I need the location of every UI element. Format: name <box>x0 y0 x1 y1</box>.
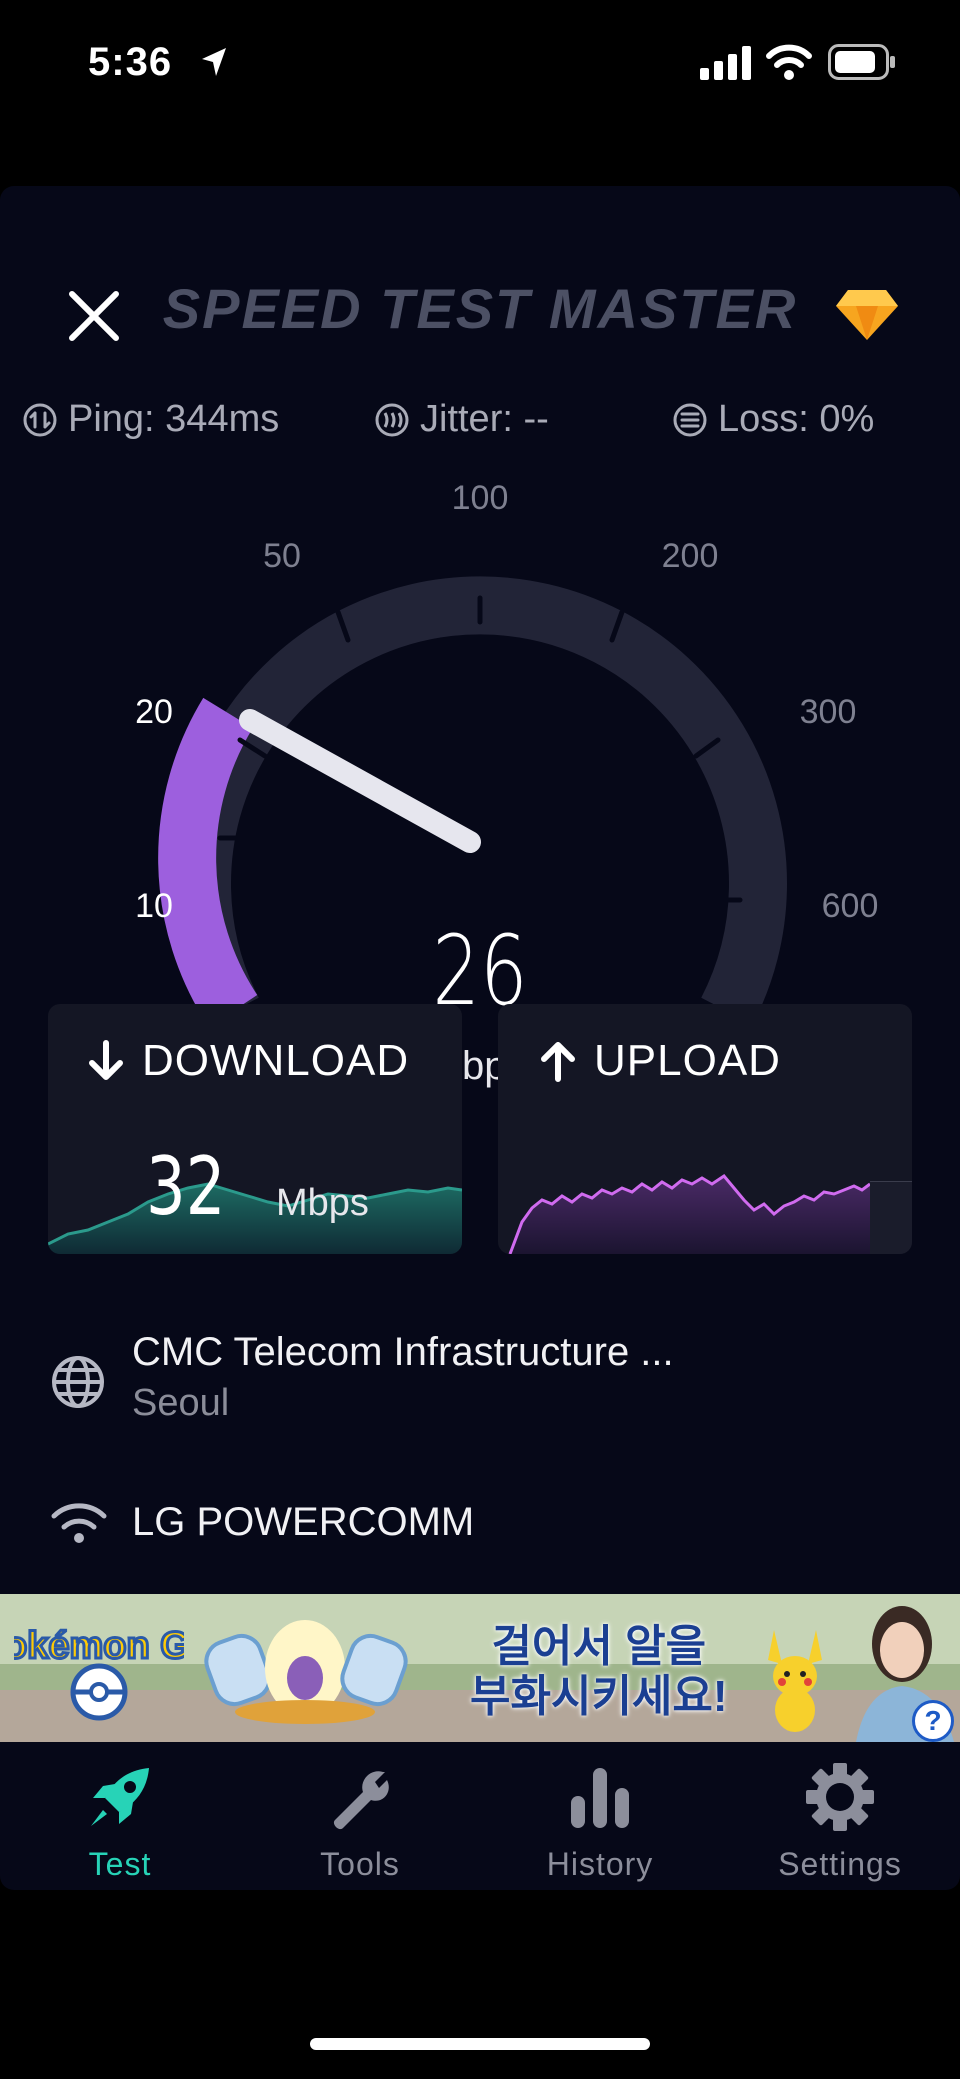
home-indicator[interactable] <box>310 2038 650 2050</box>
cellular-signal-icon <box>700 46 751 80</box>
upload-header: UPLOAD <box>538 1036 781 1086</box>
ad-headline-line1: 걸어서 알을 <box>491 1622 707 1671</box>
rocket-icon <box>91 1768 149 1826</box>
tab-history[interactable]: History <box>500 1762 700 1883</box>
loss-stat: Loss: 0% <box>672 398 874 441</box>
isp-name: LG POWERCOMM <box>132 1500 475 1544</box>
bar-chart-icon <box>571 1768 629 1828</box>
jitter-icon <box>375 403 409 436</box>
ad-help-icon[interactable]: ? <box>912 1700 954 1742</box>
gauge-label-200: 200 <box>662 537 719 575</box>
tab-history-label: History <box>546 1846 654 1882</box>
download-label: DOWNLOAD <box>142 1036 410 1085</box>
gear-icon <box>806 1763 874 1831</box>
wifi-icon <box>51 1503 107 1543</box>
jitter-text: Jitter: -- <box>420 398 549 440</box>
loss-icon <box>673 403 707 436</box>
gauge-label-300: 300 <box>800 693 857 731</box>
tab-settings-label: Settings <box>778 1846 902 1882</box>
ping-stat: Ping: 344ms <box>22 398 279 441</box>
arrow-up-icon <box>541 1042 575 1082</box>
tab-test[interactable]: Test <box>20 1762 220 1883</box>
ad-headline-line2: 부화시키세요! <box>470 1672 728 1721</box>
jitter-stat: Jitter: -- <box>374 398 549 441</box>
tab-tools[interactable]: Tools <box>260 1762 460 1883</box>
tab-test-label: Test <box>88 1846 152 1882</box>
upload-label: UPLOAD <box>594 1036 781 1085</box>
ad-headline: 걸어서 알을 부화시키세요! <box>470 1622 728 1722</box>
wrench-icon <box>333 1771 389 1830</box>
upload-card[interactable]: UPLOAD <box>498 1004 912 1254</box>
location-arrow-icon <box>202 48 226 76</box>
server-name[interactable]: CMC Telecom Infrastructure ... <box>132 1330 674 1375</box>
ping-icon <box>23 403 57 436</box>
globe-icon <box>52 1356 104 1408</box>
tab-tools-label: Tools <box>320 1846 400 1882</box>
download-graph <box>48 1182 462 1254</box>
app-logo: SPEED TEST MASTER <box>162 277 798 340</box>
gauge-needle <box>239 709 481 853</box>
upload-graph <box>508 1174 912 1254</box>
gauge-label-100: 100 <box>452 479 509 517</box>
premium-gem-icon[interactable] <box>836 288 898 340</box>
arrow-down-icon <box>89 1040 123 1080</box>
ad-banner[interactable]: Pokémon GO 걸어서 알을 부화시키세요! <box>0 1594 960 1742</box>
tab-settings[interactable]: Settings <box>740 1762 940 1883</box>
download-unit: Mbps <box>276 1182 369 1224</box>
pokemon-go-logo: Pokémon GO <box>14 1624 184 1721</box>
ad-egg-incubator-image <box>204 1620 408 1724</box>
svg-text:Pokémon GO: Pokémon GO <box>14 1625 184 1667</box>
battery-icon <box>828 44 895 80</box>
download-card[interactable]: DOWNLOAD 32 Mbps <box>48 1004 462 1254</box>
ping-text: Ping: 344ms <box>68 398 280 440</box>
status-time: 5:36 <box>88 40 173 84</box>
download-value: 32 <box>146 1140 226 1233</box>
wifi-status-icon <box>766 44 812 80</box>
ad-pikachu-image <box>768 1630 822 1732</box>
loss-text: Loss: 0% <box>718 398 875 440</box>
server-city: Seoul <box>132 1382 230 1424</box>
gauge-label-50: 50 <box>263 537 301 575</box>
gauge-label-20: 20 <box>135 693 173 731</box>
download-header: DOWNLOAD <box>86 1036 409 1086</box>
